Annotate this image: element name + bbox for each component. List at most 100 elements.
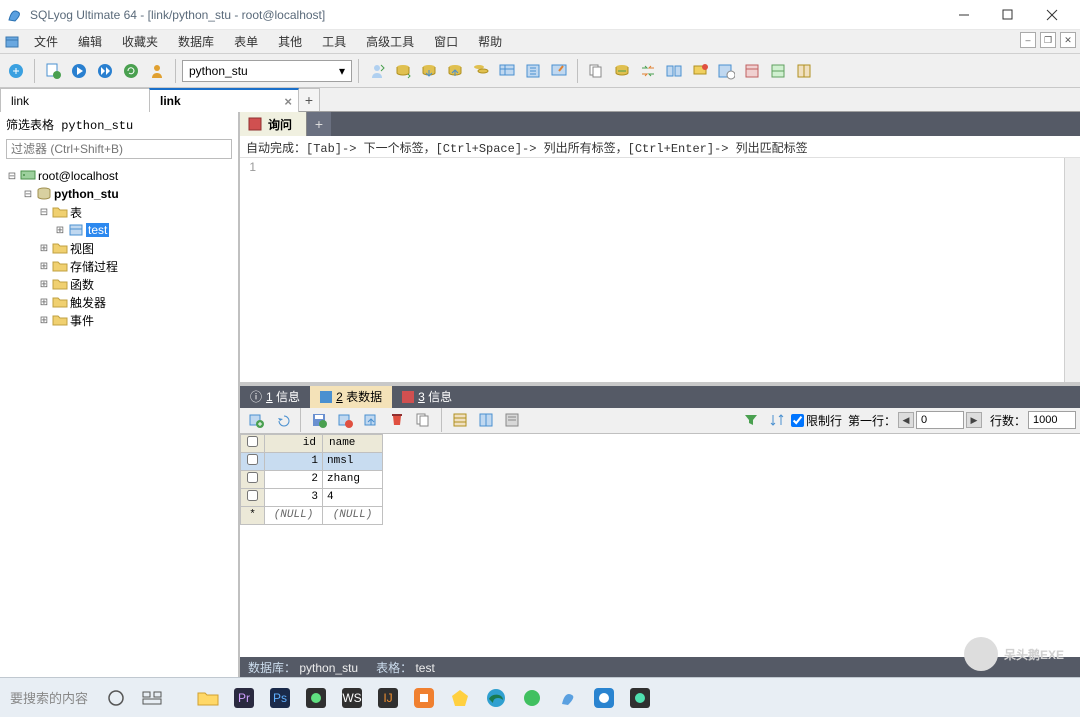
tree-triggers-folder[interactable]: ⊞ 触发器 xyxy=(2,293,236,311)
menu-table[interactable]: 表单 xyxy=(224,30,268,53)
result-tab-info[interactable]: ⓘ 1 1 信息信息 xyxy=(240,386,310,408)
schema-tree[interactable]: ⊟ root@localhost ⊟ python_stu ⊟ 表 ⊞ test… xyxy=(0,163,238,677)
copy-button[interactable] xyxy=(584,59,608,83)
rowcount-input[interactable] xyxy=(1028,411,1076,429)
limit-rows-toggle[interactable]: 限制行 xyxy=(791,412,842,429)
tree-server-node[interactable]: ⊟ root@localhost xyxy=(2,167,236,185)
sql-editor-text[interactable] xyxy=(260,158,1064,382)
table-row[interactable]: 3 4 xyxy=(241,488,383,506)
taskbar-app-icon[interactable] xyxy=(590,684,618,712)
copy-db-button[interactable] xyxy=(469,59,493,83)
add-query-tab-button[interactable]: + xyxy=(307,112,331,136)
taskbar-app-icon[interactable] xyxy=(626,684,654,712)
editor-scrollbar[interactable] xyxy=(1064,158,1080,382)
filter-button[interactable] xyxy=(739,408,763,432)
export-button[interactable] xyxy=(443,59,467,83)
mdi-restore[interactable]: ❐ xyxy=(1040,32,1056,48)
menu-tools[interactable]: 工具 xyxy=(312,30,356,53)
firstrow-next-button[interactable]: ▶ xyxy=(966,412,982,428)
taskbar-app-icon[interactable]: Pr xyxy=(230,684,258,712)
undo-button[interactable] xyxy=(270,408,294,432)
menu-file[interactable]: 文件 xyxy=(24,30,68,53)
filter-input[interactable] xyxy=(6,139,232,159)
tree-database-node[interactable]: ⊟ python_stu xyxy=(2,185,236,203)
import-button[interactable] xyxy=(417,59,441,83)
flush-button[interactable] xyxy=(521,59,545,83)
text-button[interactable] xyxy=(792,59,816,83)
form-view-button[interactable] xyxy=(474,408,498,432)
menu-powertools[interactable]: 高级工具 xyxy=(356,30,424,53)
grid-view-button[interactable] xyxy=(448,408,472,432)
firstrow-prev-button[interactable]: ◀ xyxy=(898,412,914,428)
result-tab-msg[interactable]: 3 信息 xyxy=(392,386,462,408)
row-header-corner[interactable] xyxy=(241,434,265,452)
sql-sched-button[interactable] xyxy=(714,59,738,83)
menu-others[interactable]: 其他 xyxy=(268,30,312,53)
taskbar-cortana-icon[interactable] xyxy=(102,684,130,712)
window-maximize-button[interactable] xyxy=(986,0,1030,30)
connection-tab-2[interactable]: link × xyxy=(149,88,299,112)
column-header-name[interactable]: name xyxy=(323,434,383,452)
execute-all-button[interactable] xyxy=(93,59,117,83)
column-header-id[interactable]: id xyxy=(265,434,323,452)
menu-window[interactable]: 窗口 xyxy=(424,30,468,53)
window-close-button[interactable] xyxy=(1030,0,1074,30)
notif-button[interactable] xyxy=(688,59,712,83)
tree-funcs-folder[interactable]: ⊞ 函数 xyxy=(2,275,236,293)
tree-views-folder[interactable]: ⊞ 视图 xyxy=(2,239,236,257)
tree-table-item[interactable]: ⊞ test xyxy=(2,221,236,239)
cancel-row-button[interactable] xyxy=(333,408,357,432)
menu-edit[interactable]: 编辑 xyxy=(68,30,112,53)
save-row-button[interactable] xyxy=(307,408,331,432)
taskbar-taskview-icon[interactable] xyxy=(138,684,166,712)
taskbar-app-icon[interactable] xyxy=(410,684,438,712)
query-tab[interactable]: 询问 xyxy=(240,112,307,136)
close-icon[interactable]: × xyxy=(284,94,292,109)
table-row[interactable]: 1 nmsl xyxy=(241,452,383,470)
connection-tab-1[interactable]: link xyxy=(0,88,150,112)
window-minimize-button[interactable] xyxy=(942,0,986,30)
table-row[interactable]: 2 zhang xyxy=(241,470,383,488)
form-button[interactable] xyxy=(740,59,764,83)
query-builder-button[interactable] xyxy=(547,59,571,83)
delete-row-button[interactable] xyxy=(385,408,409,432)
tree-events-folder[interactable]: ⊞ 事件 xyxy=(2,311,236,329)
refresh-button[interactable] xyxy=(119,59,143,83)
new-query-button[interactable] xyxy=(41,59,65,83)
data-sync-button[interactable] xyxy=(636,59,660,83)
taskbar-app-icon[interactable]: WS xyxy=(338,684,366,712)
mdi-close[interactable]: ✕ xyxy=(1060,32,1076,48)
result-tab-tabledata[interactable]: 2 表数据 xyxy=(310,386,392,408)
backup-button[interactable] xyxy=(391,59,415,83)
insert-row-button[interactable] xyxy=(244,408,268,432)
taskbar-sqlyog-icon[interactable] xyxy=(554,684,582,712)
mdi-minimize[interactable]: – xyxy=(1020,32,1036,48)
firstrow-input[interactable] xyxy=(916,411,964,429)
visual-compare-button[interactable] xyxy=(662,59,686,83)
tree-procs-folder[interactable]: ⊞ 存储过程 xyxy=(2,257,236,275)
add-connection-tab-button[interactable]: + xyxy=(298,88,320,111)
table-diag-button[interactable] xyxy=(495,59,519,83)
sync-button[interactable] xyxy=(610,59,634,83)
taskbar-app-icon[interactable] xyxy=(446,684,474,712)
new-connection-button[interactable] xyxy=(4,59,28,83)
tree-tables-folder[interactable]: ⊟ 表 xyxy=(2,203,236,221)
menu-database[interactable]: 数据库 xyxy=(168,30,224,53)
taskbar-search-text[interactable]: 要搜索的内容 xyxy=(4,688,94,707)
user-manager-button[interactable] xyxy=(145,59,169,83)
data-grid[interactable]: id name 1 nmsl 2 zhang 3 4 xyxy=(240,434,1080,658)
sort-button[interactable] xyxy=(765,408,789,432)
taskbar-app-icon[interactable] xyxy=(302,684,330,712)
grid-button[interactable] xyxy=(766,59,790,83)
menu-favorites[interactable]: 收藏夹 xyxy=(112,30,168,53)
taskbar-app-icon[interactable]: IJ xyxy=(374,684,402,712)
table-row-new[interactable]: * (NULL) (NULL) xyxy=(241,506,383,524)
menu-help[interactable]: 帮助 xyxy=(468,30,512,53)
execute-button[interactable] xyxy=(67,59,91,83)
taskbar-app-icon[interactable]: Ps xyxy=(266,684,294,712)
export-row-button[interactable] xyxy=(359,408,383,432)
sql-editor[interactable]: 1 xyxy=(240,158,1080,382)
taskbar-app-icon[interactable] xyxy=(518,684,546,712)
copy-cell-button[interactable] xyxy=(411,408,435,432)
database-selector[interactable]: python_stu ▾ xyxy=(182,60,352,82)
